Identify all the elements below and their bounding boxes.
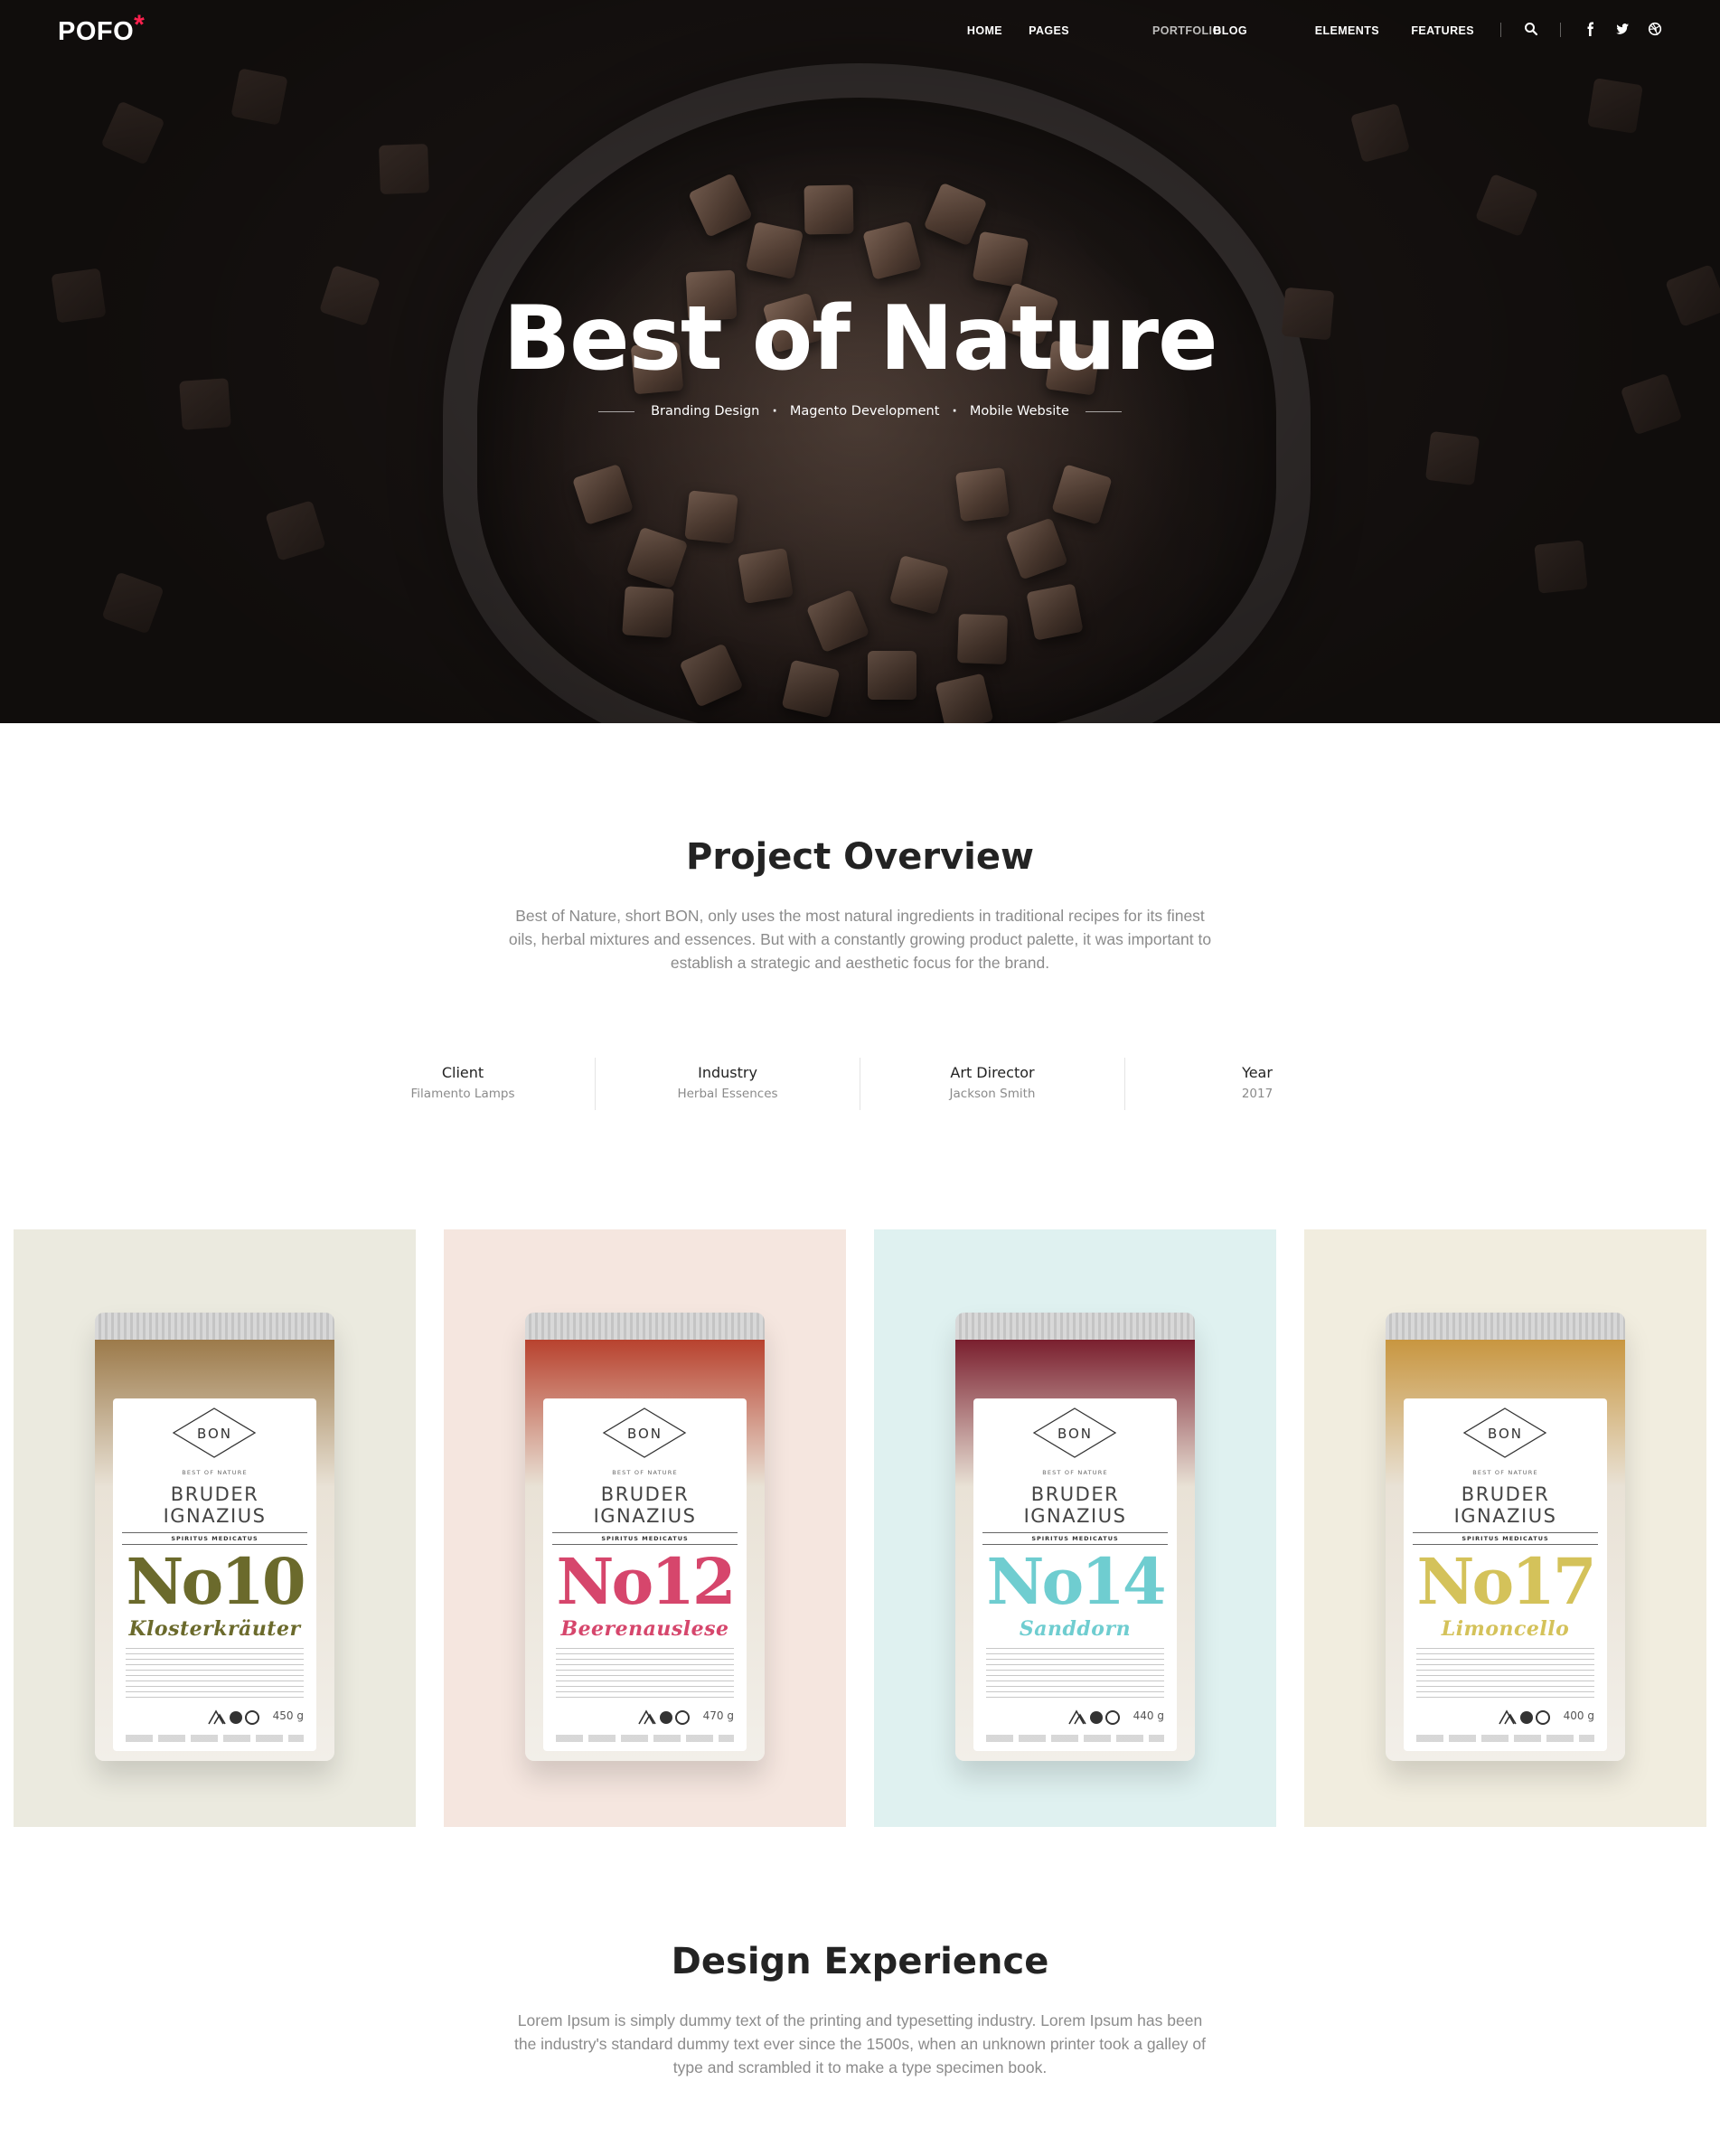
label-footer xyxy=(556,1735,734,1742)
nav-item-home[interactable]: HOME xyxy=(967,24,1002,37)
logo-mark: * xyxy=(134,10,146,40)
hero-tag: Magento Development xyxy=(789,404,940,419)
nav-item-elements[interactable]: ELEMENTS xyxy=(1315,24,1379,37)
product-package: BON BEST OF NATURE BRUDER IGNAZIUS SPIRI… xyxy=(95,1313,334,1761)
label-fine-print xyxy=(1416,1648,1594,1702)
meta-label: Industry xyxy=(698,1064,757,1081)
hero-tag: Branding Design xyxy=(651,404,760,419)
nav-item-features[interactable]: FEATURES xyxy=(1411,24,1474,37)
package-label: BON BEST OF NATURE BRUDER IGNAZIUS SPIRI… xyxy=(543,1398,747,1751)
label-tagline: BEST OF NATURE xyxy=(612,1469,678,1476)
label-variety: Limoncello xyxy=(1441,1617,1570,1641)
nav-divider xyxy=(1500,23,1501,37)
label-weight: 470 g xyxy=(702,1709,734,1722)
product-package: BON BEST OF NATURE BRUDER IGNAZIUS SPIRI… xyxy=(1386,1313,1625,1761)
label-band: SPIRITUS MEDICATUS xyxy=(552,1532,738,1545)
meta-label: Client xyxy=(441,1064,484,1081)
label-variety: Sanddorn xyxy=(1019,1617,1132,1641)
label-name: BRUDER IGNAZIUS xyxy=(593,1483,697,1527)
label-weight: 450 g xyxy=(272,1709,304,1722)
dribbble-icon[interactable] xyxy=(1648,22,1662,36)
package-label: BON BEST OF NATURE BRUDER IGNAZIUS SPIRI… xyxy=(973,1398,1177,1751)
label-name: BRUDER IGNAZIUS xyxy=(1453,1483,1557,1527)
product-card[interactable]: BON BEST OF NATURE BRUDER IGNAZIUS SPIRI… xyxy=(444,1229,846,1827)
site-logo[interactable]: POFO* xyxy=(58,10,145,47)
label-brand: BON xyxy=(626,1426,663,1442)
meta-value: 2017 xyxy=(1241,1087,1274,1101)
product-package: BON BEST OF NATURE BRUDER IGNAZIUS SPIRI… xyxy=(525,1313,765,1761)
package-seal xyxy=(1386,1313,1625,1340)
design-title: Design Experience xyxy=(671,1941,1049,1982)
package-seal xyxy=(95,1313,334,1340)
label-weight: 400 g xyxy=(1563,1709,1594,1722)
top-navigation: POFO* HOME PAGES PORTFOLIO BLOG ELEMENTS… xyxy=(0,0,1720,63)
overview-text: Best of Nature, short BON, only uses the… xyxy=(508,907,1212,972)
label-brand: BON xyxy=(1487,1426,1524,1442)
label-tagline: BEST OF NATURE xyxy=(1472,1469,1538,1476)
package-seal xyxy=(955,1313,1195,1340)
package-label: BON BEST OF NATURE BRUDER IGNAZIUS SPIRI… xyxy=(1404,1398,1607,1751)
label-number: No17 xyxy=(1416,1544,1596,1619)
label-tagline: BEST OF NATURE xyxy=(182,1469,248,1476)
package-seal xyxy=(525,1313,765,1340)
hero-banner: POFO* HOME PAGES PORTFOLIO BLOG ELEMENTS… xyxy=(0,0,1720,723)
design-text: Lorem Ipsum is simply dummy text of the … xyxy=(513,2011,1207,2076)
label-number: No10 xyxy=(126,1544,305,1619)
nav-divider xyxy=(1560,23,1561,37)
label-band: SPIRITUS MEDICATUS xyxy=(982,1532,1168,1545)
hero-title: Best of Nature xyxy=(503,287,1217,391)
nav-item-portfolio[interactable]: PORTFOLIO xyxy=(1152,24,1221,37)
meta-value: Herbal Essences xyxy=(677,1087,778,1101)
label-brand: BON xyxy=(1057,1426,1094,1442)
label-band: SPIRITUS MEDICATUS xyxy=(1413,1532,1598,1545)
meta-value: Jackson Smith xyxy=(949,1087,1036,1101)
facebook-icon[interactable] xyxy=(1584,22,1598,36)
meta-label: Year xyxy=(1242,1064,1273,1081)
nav-item-blog[interactable]: BLOG xyxy=(1213,24,1247,37)
meta-industry: Industry Herbal Essences xyxy=(596,1058,860,1101)
hero-tag-list: Branding Design · Magento Development · Mobi… xyxy=(0,404,1720,419)
product-card[interactable]: BON BEST OF NATURE BRUDER IGNAZIUS SPIRI… xyxy=(14,1229,416,1827)
label-number: No14 xyxy=(986,1544,1166,1619)
label-band: SPIRITUS MEDICATUS xyxy=(122,1532,307,1545)
nav-item-pages[interactable]: PAGES xyxy=(1029,24,1069,37)
package-label: BON BEST OF NATURE BRUDER IGNAZIUS SPIRI… xyxy=(113,1398,316,1751)
meta-client: Client Filamento Lamps xyxy=(331,1058,595,1101)
product-card[interactable]: BON BEST OF NATURE BRUDER IGNAZIUS SPIRI… xyxy=(874,1229,1276,1827)
label-brand: BON xyxy=(196,1426,233,1442)
product-card[interactable]: BON BEST OF NATURE BRUDER IGNAZIUS SPIRI… xyxy=(1304,1229,1706,1827)
label-fine-print xyxy=(126,1648,304,1702)
logo-text: POFO xyxy=(58,17,135,46)
label-footer xyxy=(1416,1735,1594,1742)
meta-label: Art Director xyxy=(950,1064,1035,1081)
meta-art-director: Art Director Jackson Smith xyxy=(860,1058,1124,1101)
overview-title: Project Overview xyxy=(686,836,1034,878)
label-footer xyxy=(126,1735,304,1742)
product-package: BON BEST OF NATURE BRUDER IGNAZIUS SPIRI… xyxy=(955,1313,1195,1761)
label-variety: Beerenauslese xyxy=(560,1617,729,1641)
label-footer xyxy=(986,1735,1164,1742)
label-variety: Klosterkräuter xyxy=(128,1617,301,1641)
twitter-icon[interactable] xyxy=(1615,22,1630,36)
label-name: BRUDER IGNAZIUS xyxy=(1023,1483,1127,1527)
label-name: BRUDER IGNAZIUS xyxy=(163,1483,267,1527)
search-icon[interactable] xyxy=(1524,22,1538,36)
project-meta: Client Filamento Lamps Industry Herbal E… xyxy=(0,1058,1720,1112)
label-weight: 440 g xyxy=(1133,1709,1164,1722)
meta-year: Year 2017 xyxy=(1125,1058,1389,1101)
meta-value: Filamento Lamps xyxy=(410,1087,515,1101)
label-tagline: BEST OF NATURE xyxy=(1042,1469,1108,1476)
hero-tag: Mobile Website xyxy=(969,404,1069,419)
label-number: No12 xyxy=(556,1544,736,1619)
label-fine-print xyxy=(986,1648,1164,1702)
label-fine-print xyxy=(556,1648,734,1702)
